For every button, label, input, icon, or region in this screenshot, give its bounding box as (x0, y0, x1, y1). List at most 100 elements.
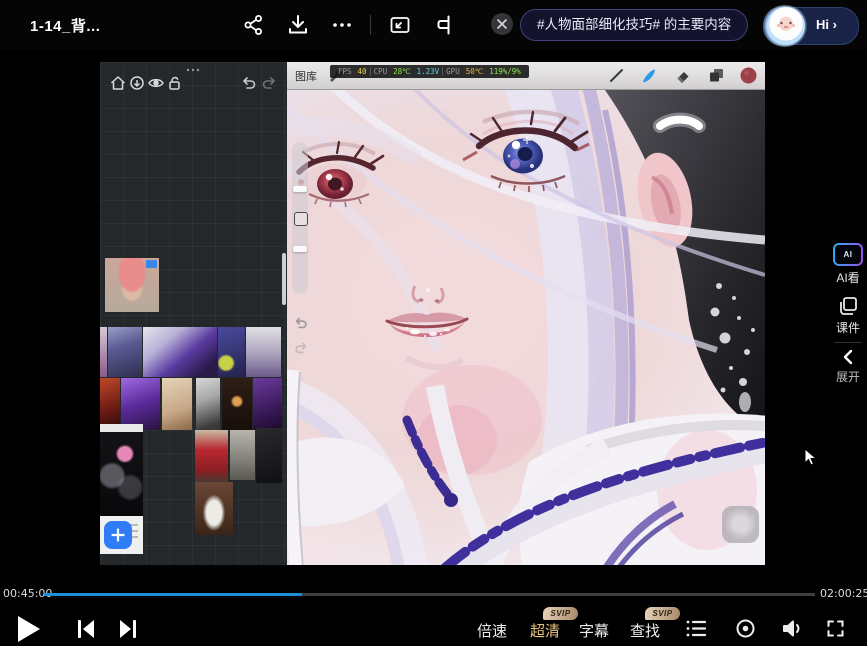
cast-button[interactable] (432, 13, 456, 37)
courseware-label: 课件 (828, 319, 867, 336)
reference-thumbnail[interactable] (218, 327, 245, 377)
plus-icon (111, 528, 125, 542)
reference-thumbnail[interactable] (100, 424, 143, 432)
close-button[interactable] (491, 13, 513, 35)
reference-thumbnail[interactable] (222, 378, 252, 430)
pip-button[interactable] (388, 13, 412, 37)
reference-thumbnail[interactable] (230, 430, 255, 480)
expand-chevron-icon (841, 349, 855, 365)
picture-in-picture-icon (388, 13, 412, 37)
canvas-undo-button[interactable] (293, 315, 309, 331)
art-app-toolbar: 图库 FPS 40 CPU 28℃ 1.23V GPU 50℃ 119%/9% (287, 62, 765, 90)
import-button[interactable] (128, 74, 146, 92)
svip-badge-quality: SVIP (543, 607, 578, 620)
reference-thumbnail[interactable] (256, 428, 282, 483)
reference-thumbnail[interactable] (143, 327, 217, 377)
expand-button[interactable]: 展开 (828, 349, 867, 385)
reference-thumbnail[interactable] (195, 482, 233, 535)
quality-button[interactable]: 超清 (530, 620, 560, 641)
fps-value: 40 (355, 67, 370, 76)
brush-tool-button[interactable] (639, 66, 658, 85)
home-icon (109, 74, 127, 92)
reference-thumbnail[interactable] (253, 378, 282, 430)
brush-opacity-slider[interactable] (293, 246, 307, 252)
reference-thumbnail[interactable] (196, 378, 220, 430)
reference-thumbnail-doll[interactable] (105, 258, 159, 312)
canvas-redo-button[interactable] (293, 340, 309, 356)
brush-sidebar[interactable] (292, 142, 308, 294)
color-swatch-button[interactable] (739, 66, 758, 85)
download-button[interactable] (286, 13, 310, 37)
download-icon (286, 13, 310, 37)
more-icon (330, 13, 354, 37)
assistant-face-icon (767, 7, 805, 45)
more-button[interactable] (330, 13, 354, 37)
subtitle-button[interactable]: 字幕 (579, 620, 609, 641)
eye-icon (147, 74, 165, 92)
find-button[interactable]: 查找 (630, 620, 660, 641)
unlock-icon (166, 74, 184, 92)
previous-button[interactable] (74, 618, 98, 640)
panel-scrollbar[interactable] (282, 253, 286, 305)
brush-tool-icon (639, 66, 658, 85)
reference-thumbnail[interactable] (108, 327, 142, 377)
assistant-pill[interactable]: Hi › (763, 7, 859, 45)
reference-thumbnail[interactable] (100, 432, 143, 516)
video-player: 1-14_背... (0, 0, 867, 646)
watch-together-button[interactable] (735, 618, 756, 639)
line-tool-button[interactable] (607, 66, 626, 85)
ai-watch-button[interactable]: AI AI看 (828, 243, 867, 286)
brush-size-slider[interactable] (293, 186, 307, 192)
panel-more-icon (184, 66, 202, 74)
reference-thumbnail[interactable] (162, 378, 192, 430)
close-icon (497, 19, 507, 29)
reference-thumbnail[interactable] (121, 378, 160, 430)
cpu-volt: 1.23V (414, 67, 443, 76)
ai-search-pill[interactable]: #人物面部细化技巧# 的主要内容 (520, 9, 748, 41)
modify-button[interactable] (294, 212, 308, 226)
reference-thumbnail[interactable] (195, 430, 228, 482)
progress-bar[interactable] (44, 593, 815, 596)
redo-button[interactable] (260, 74, 278, 92)
next-button[interactable] (116, 618, 140, 640)
lock-button[interactable] (166, 74, 184, 92)
fullscreen-button[interactable] (825, 618, 846, 639)
topbar-divider (370, 15, 371, 35)
undo-button[interactable] (240, 74, 258, 92)
mouse-cursor (804, 448, 817, 467)
reference-thumbnail[interactable] (246, 327, 281, 377)
share-icon (242, 13, 266, 37)
playlist-button[interactable] (685, 618, 707, 639)
play-icon (18, 616, 40, 642)
gallery-button[interactable]: 图库 (295, 68, 317, 84)
volume-icon (781, 618, 803, 639)
video-title: 1-14_背... (30, 15, 100, 36)
next-icon (116, 618, 140, 640)
panel-more-button[interactable] (184, 66, 202, 84)
courseware-button[interactable]: 课件 (828, 296, 867, 336)
color-swatch-icon (739, 66, 758, 85)
speed-button[interactable]: 倍速 (477, 620, 507, 641)
layers-button[interactable] (707, 66, 726, 85)
undo-icon (240, 74, 258, 92)
record-circle-icon (735, 618, 756, 639)
reference-thumbnail[interactable] (100, 378, 120, 430)
play-button[interactable] (18, 616, 40, 642)
color-preview-widget[interactable] (722, 506, 759, 543)
thumbnail-badge (146, 260, 157, 268)
share-button[interactable] (242, 13, 266, 37)
side-divider (834, 342, 862, 343)
painting-canvas[interactable] (287, 90, 765, 565)
artwork (287, 90, 765, 565)
progress-fill (44, 593, 302, 596)
visibility-button[interactable] (147, 74, 165, 92)
reference-thumbnail[interactable] (100, 327, 107, 377)
expand-label: 展开 (828, 368, 867, 385)
eraser-tool-icon (673, 66, 692, 85)
previous-icon (74, 618, 98, 640)
courseware-icon (837, 296, 859, 316)
eraser-tool-button[interactable] (673, 66, 692, 85)
home-button[interactable] (109, 74, 127, 92)
volume-button[interactable] (781, 618, 803, 639)
add-reference-button[interactable] (104, 521, 132, 549)
